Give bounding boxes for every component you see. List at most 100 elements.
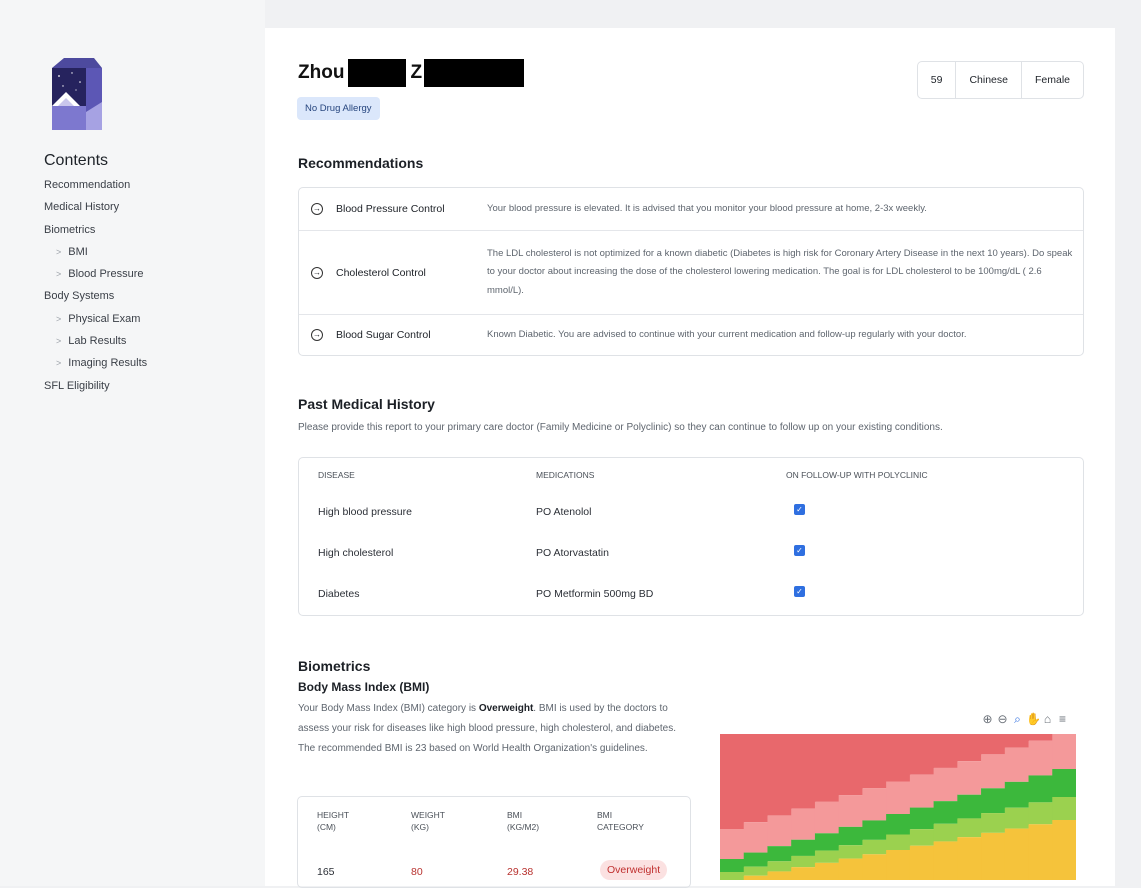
zoom-out-icon[interactable]: ⊖ bbox=[996, 712, 1009, 727]
patient-first-name: Zhou bbox=[298, 62, 345, 83]
recommendation-row[interactable]: → Cholesterol Control The LDL cholesterol… bbox=[299, 230, 1083, 314]
bmi-band-segment bbox=[933, 823, 958, 842]
disease-cell: High blood pressure bbox=[318, 506, 412, 518]
bmi-band-segment bbox=[909, 845, 935, 880]
height-value: 165 bbox=[317, 866, 335, 878]
patient-name: Zhou Z bbox=[298, 59, 525, 87]
bmi-band-segment bbox=[743, 734, 768, 823]
chevron-right-icon: > bbox=[56, 269, 62, 280]
toc-item-blood-pressure[interactable]: > Blood Pressure bbox=[44, 263, 147, 285]
toc-item-lab-results[interactable]: > Lab Results bbox=[44, 330, 147, 352]
bmi-band-segment bbox=[1028, 775, 1053, 803]
redaction-block bbox=[348, 59, 407, 87]
recommendation-title: Blood Pressure Control bbox=[336, 203, 445, 215]
toc-item-recommendation[interactable]: Recommendation bbox=[44, 174, 147, 196]
bmi-band-segment bbox=[720, 734, 745, 829]
medication-cell: PO Metformin 500mg BD bbox=[536, 588, 654, 600]
disease-cell: Diabetes bbox=[318, 588, 360, 600]
bmi-band-segment bbox=[957, 837, 982, 880]
bmi-band-segment bbox=[933, 801, 958, 824]
bmi-band-segment bbox=[886, 781, 911, 814]
bmi-band-segment bbox=[767, 871, 792, 880]
bmi-band-segment bbox=[814, 734, 840, 802]
bmi-band-segment bbox=[743, 822, 768, 853]
gender-value: Female bbox=[1020, 62, 1083, 98]
toc-item-biometrics[interactable]: Biometrics bbox=[44, 219, 147, 241]
bmi-band-segment bbox=[886, 834, 911, 850]
bmi-band-segment bbox=[862, 839, 887, 855]
race-value: Chinese bbox=[955, 62, 1021, 98]
zoom-select-icon[interactable]: ⌕ bbox=[1011, 712, 1024, 727]
bmi-band-segment bbox=[957, 794, 982, 819]
bmi-band-segment bbox=[1052, 769, 1076, 797]
contents-title: Contents bbox=[44, 152, 109, 169]
expand-circle-icon[interactable]: → bbox=[311, 329, 323, 341]
bmi-band-segment bbox=[862, 788, 887, 821]
recommendation-row[interactable]: → Blood Sugar Control Known Diabetic. You… bbox=[299, 314, 1083, 355]
pan-hand-icon[interactable]: ✋ bbox=[1026, 712, 1041, 727]
bmi-band-segment bbox=[838, 795, 863, 827]
follow-up-checkbox[interactable]: ✓ bbox=[794, 545, 805, 556]
expand-circle-icon[interactable]: → bbox=[311, 266, 323, 279]
follow-up-checkbox[interactable]: ✓ bbox=[794, 586, 805, 597]
menu-icon[interactable]: ≡ bbox=[1056, 712, 1069, 727]
bmi-band-segment bbox=[1004, 747, 1030, 782]
recommendation-row[interactable]: → Blood Pressure Control Your blood press… bbox=[299, 188, 1083, 230]
bmi-band-segment bbox=[814, 862, 840, 880]
chevron-right-icon: > bbox=[56, 358, 62, 369]
report-main: Zhou Z No Drug Allergy 59 Chinese Female… bbox=[265, 28, 1115, 888]
bmi-band-segment bbox=[1028, 802, 1053, 825]
bmi-table: HEIGHT (CM) WEIGHT (KG) BMI (KG/M2) BMI CATE… bbox=[297, 796, 691, 888]
bmi-band-segment bbox=[981, 813, 1006, 833]
toc-item-medical-history[interactable]: Medical History bbox=[44, 196, 147, 218]
follow-up-checkbox[interactable]: ✓ bbox=[794, 504, 805, 515]
toc-item-sfl-eligibility[interactable]: SFL Eligibility bbox=[44, 375, 147, 397]
recommendation-text: Known Diabetic. You are advised to conti… bbox=[487, 328, 967, 340]
bmi-band-segment bbox=[743, 866, 768, 876]
column-header-bmi-category: BMI CATEGORY bbox=[597, 810, 644, 832]
recommendations-heading: Recommendations bbox=[298, 155, 424, 171]
toc-item-physical-exam[interactable]: > Physical Exam bbox=[44, 308, 147, 330]
bmi-category-badge: Overweight bbox=[600, 860, 668, 880]
toc-item-imaging-results[interactable]: > Imaging Results bbox=[44, 352, 147, 374]
bmi-band-segment bbox=[909, 807, 935, 830]
bmi-band-segment bbox=[1052, 734, 1076, 769]
bmi-band-segment bbox=[1004, 734, 1030, 748]
bmi-band-segment bbox=[886, 850, 911, 880]
expand-circle-icon[interactable]: → bbox=[311, 203, 323, 215]
home-reset-icon[interactable]: ⌂ bbox=[1041, 712, 1054, 727]
table-of-contents: Recommendation Medical History Biometric… bbox=[44, 174, 147, 397]
toc-item-bmi[interactable]: > BMI bbox=[44, 241, 147, 263]
bmi-band-segment bbox=[957, 818, 982, 838]
bmi-band-segment bbox=[814, 833, 840, 851]
bmi-band-segment bbox=[1052, 820, 1076, 880]
bmi-band-segment bbox=[981, 788, 1006, 814]
bmi-band-segment bbox=[909, 734, 935, 775]
biometrics-heading: Biometrics bbox=[298, 658, 371, 674]
bmi-band-segment bbox=[933, 841, 958, 880]
bmi-band-segment bbox=[791, 734, 816, 809]
bmi-band-segment bbox=[767, 734, 792, 816]
bmi-band-segment bbox=[743, 875, 768, 880]
toc-item-body-systems[interactable]: Body Systems bbox=[44, 285, 147, 307]
patient-last-initial: Z bbox=[410, 62, 423, 83]
bmi-band-segment bbox=[743, 852, 768, 867]
recommendation-title: Cholesterol Control bbox=[336, 266, 426, 279]
column-header-follow-up: ON FOLLOW-UP WITH POLYCLINIC bbox=[786, 470, 928, 480]
bmi-band-segment bbox=[838, 734, 863, 796]
bmi-band-segment bbox=[886, 734, 911, 782]
bmi-band-segment bbox=[767, 815, 792, 847]
bmi-band-segment bbox=[720, 859, 745, 872]
weight-value: 80 bbox=[411, 866, 423, 878]
bmi-band-segment bbox=[791, 808, 816, 840]
bmi-band-segment bbox=[814, 850, 840, 863]
bmi-band-segment bbox=[1052, 797, 1076, 820]
medication-cell: PO Atorvastatin bbox=[536, 547, 609, 559]
bmi-band-segment bbox=[957, 761, 982, 795]
bmi-band-segment bbox=[933, 767, 958, 802]
bmi-band-segment bbox=[981, 734, 1006, 755]
disease-cell: High cholesterol bbox=[318, 547, 394, 559]
milk-carton-logo-icon bbox=[52, 58, 102, 130]
zoom-in-icon[interactable]: ⊕ bbox=[981, 712, 994, 727]
chevron-right-icon: > bbox=[56, 246, 62, 257]
